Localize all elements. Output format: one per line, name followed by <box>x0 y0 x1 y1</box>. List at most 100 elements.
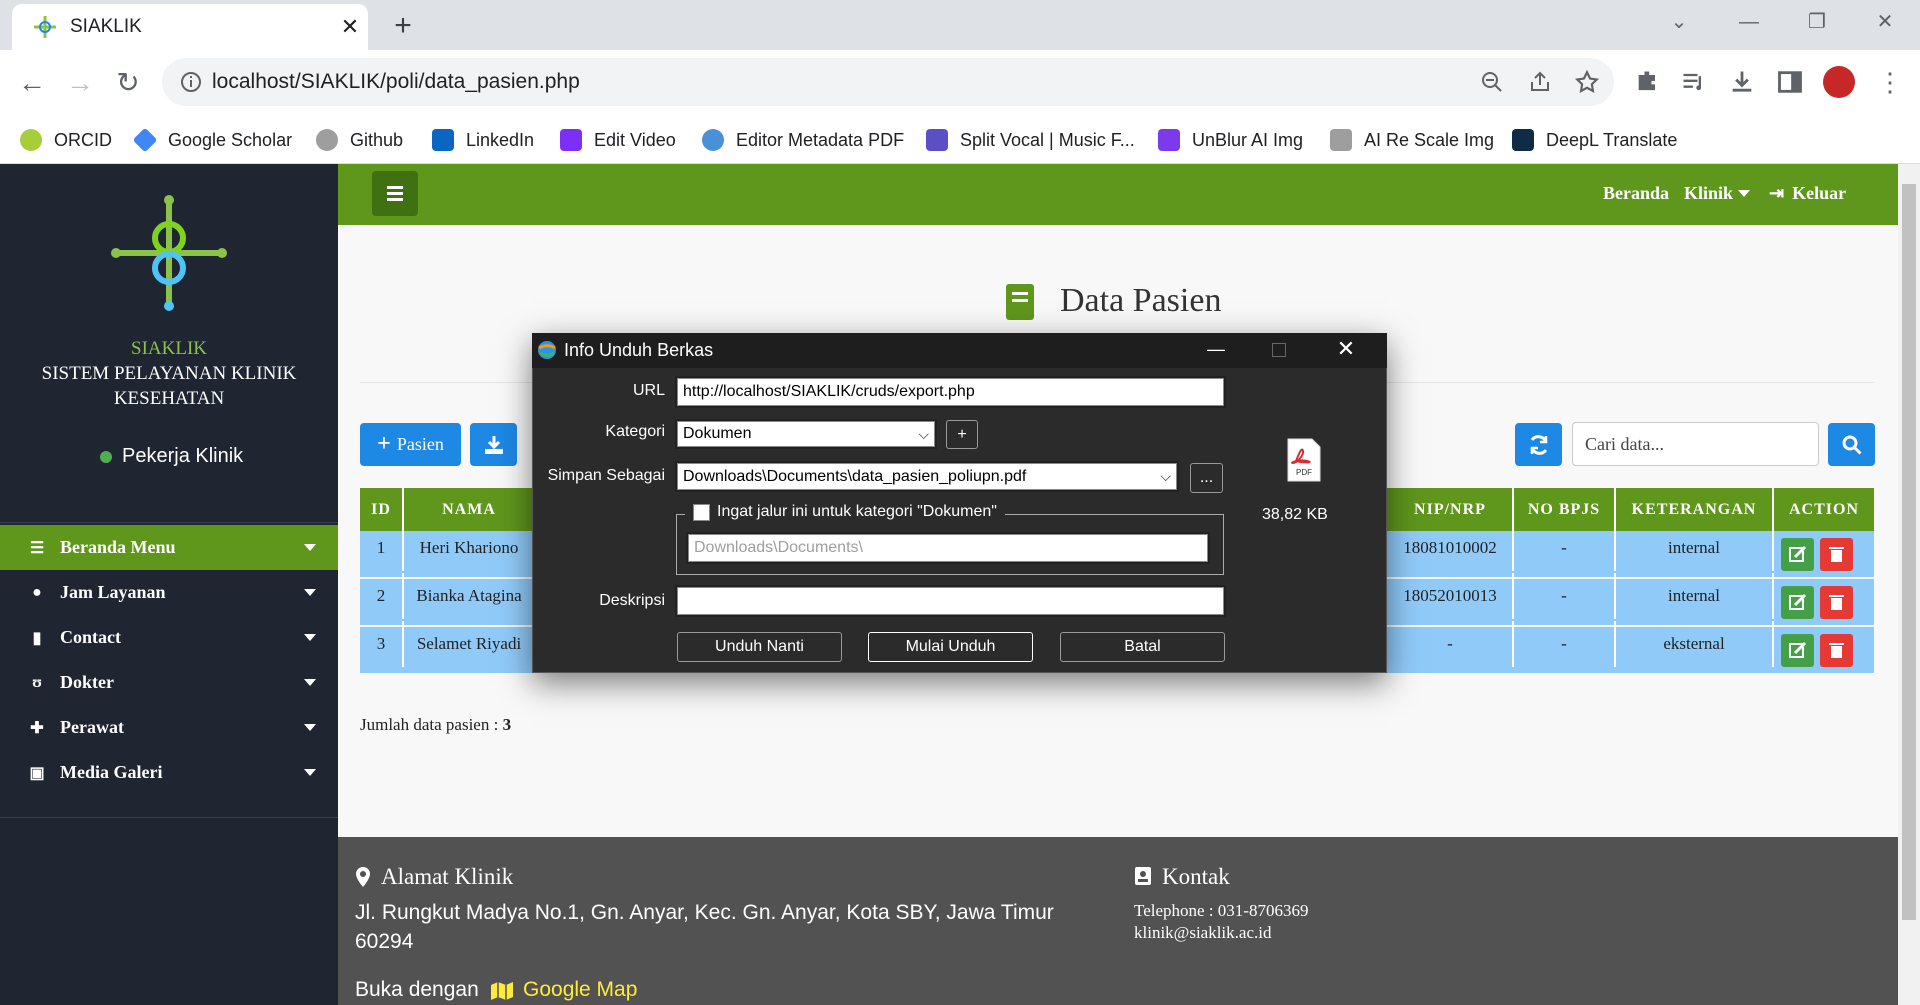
cell-nama: Heri Khariono <box>404 525 536 571</box>
patient-count: Jumlah data pasien : 3 <box>360 715 512 734</box>
cell-id: 2 <box>360 573 404 619</box>
trash-icon <box>1829 547 1844 562</box>
siaklik-favicon-icon <box>32 14 58 40</box>
browser-tab[interactable]: SIAKLIK ✕ <box>12 4 368 50</box>
minimize-icon[interactable]: — <box>1734 10 1764 34</box>
sign-out-icon: ⇥ <box>1769 183 1785 203</box>
chevron-down-icon: ⌵ <box>918 425 929 442</box>
bookmark-split-vocal[interactable]: Split Vocal | Music F... <box>926 124 1135 156</box>
sidebar-item-jam-layanan[interactable]: ● Jam Layanan <box>0 570 338 615</box>
sidebar-item-beranda[interactable]: ☰ Beranda Menu <box>0 525 338 570</box>
extensions-icon[interactable] <box>1634 68 1662 96</box>
app-full-name-line2: KESEHATAN <box>113 388 225 409</box>
profile-avatar[interactable] <box>1823 66 1855 98</box>
share-icon[interactable] <box>1528 70 1552 94</box>
download-button[interactable] <box>470 423 517 466</box>
delete-button[interactable] <box>1820 538 1853 571</box>
reload-icon[interactable]: ↻ <box>110 66 146 102</box>
cell-nama: Bianka Atagina <box>404 573 536 619</box>
add-kategori-button[interactable]: + <box>946 420 978 449</box>
sidebar-item-contact[interactable]: ▮ Contact <box>0 615 338 660</box>
medkit-icon: ✚ <box>30 719 44 737</box>
bookmark-ai-rescale[interactable]: AI Re Scale Img <box>1330 124 1494 156</box>
book-icon <box>1004 282 1036 322</box>
footer-buka-text: Buka dengan <box>355 978 479 1001</box>
cell-nip: 18081010002 <box>1388 525 1514 571</box>
caret-down-icon <box>304 724 316 731</box>
dialog-close-icon[interactable]: ✕ <box>1332 336 1360 364</box>
downloads-icon[interactable] <box>1728 68 1756 96</box>
url-text: localhost/SIAKLIK/poli/data_pasien.php <box>212 70 580 93</box>
bookmark-deepl[interactable]: DeepL Translate <box>1512 124 1677 156</box>
new-tab-button[interactable]: + <box>384 8 422 46</box>
address-bar[interactable]: localhost/SIAKLIK/poli/data_pasien.php <box>162 58 1614 106</box>
cell-keterangan: eksternal <box>1616 621 1774 667</box>
footer-alamat-title: Alamat Klinik <box>381 864 514 889</box>
url-field[interactable]: http://localhost/SIAKLIK/cruds/export.ph… <box>675 376 1226 408</box>
sidebar-item-media-galeri[interactable]: ▣ Media Galeri <box>0 750 338 795</box>
restore-icon[interactable]: ❐ <box>1802 10 1832 34</box>
nav-klinik-dropdown[interactable]: Klinik <box>1684 183 1751 204</box>
bookmark-github[interactable]: Github <box>316 124 403 156</box>
cell-id: 3 <box>360 621 404 667</box>
menu-kebab-icon[interactable]: ⋮ <box>1876 68 1904 96</box>
browse-button[interactable]: ... <box>1190 463 1223 493</box>
search-input[interactable]: Cari data... <box>1572 422 1819 466</box>
save-path-field[interactable]: Downloads\Documents\data_pasien_poliupn.… <box>675 461 1179 492</box>
bookmark-linkedin[interactable]: LinkedIn <box>432 124 534 156</box>
vocal-icon <box>926 129 948 151</box>
dialog-minimize-icon[interactable]: — <box>1204 339 1228 363</box>
url-label: URL <box>632 382 665 399</box>
refresh-button[interactable] <box>1515 423 1562 466</box>
bookmark-edit-video[interactable]: Edit Video <box>560 124 676 156</box>
delete-button[interactable] <box>1820 634 1853 667</box>
kategori-select[interactable]: Dokumen ⌵ <box>675 419 937 449</box>
edit-button[interactable] <box>1781 538 1814 571</box>
ingat-checkbox[interactable] <box>693 503 710 521</box>
video-icon <box>560 129 582 151</box>
bookmark-editor-metadata[interactable]: Editor Metadata PDF <box>702 124 904 156</box>
tab-close-icon[interactable]: ✕ <box>338 15 362 39</box>
mulai-unduh-button[interactable]: Mulai Unduh <box>868 632 1033 662</box>
ingat-checkbox-row[interactable]: Ingat jalur ini untuk kategori "Dokumen" <box>685 500 1005 524</box>
refresh-icon <box>1530 434 1547 455</box>
unduh-nanti-button[interactable]: Unduh Nanti <box>677 632 842 662</box>
trash-icon <box>1829 643 1844 658</box>
idm-globe-icon <box>536 339 558 361</box>
page-title: Data Pasien <box>1060 282 1222 319</box>
edit-button[interactable] <box>1781 634 1814 667</box>
search-button[interactable] <box>1828 423 1875 466</box>
side-panel-icon[interactable] <box>1776 68 1804 96</box>
back-icon[interactable]: ← <box>14 66 50 102</box>
cell-bpjs: - <box>1514 525 1616 571</box>
site-info-icon[interactable] <box>180 71 202 93</box>
user-status: Pekerja Klinik <box>100 445 243 468</box>
add-pasien-button[interactable]: + Pasien <box>360 423 461 466</box>
forward-icon[interactable]: → <box>62 66 98 102</box>
sidebar-item-perawat[interactable]: ✚ Perawat <box>0 705 338 750</box>
bookmark-orcid[interactable]: ORCID <box>20 124 112 156</box>
dialog-maximize-icon[interactable] <box>1272 343 1286 357</box>
zoom-icon[interactable] <box>1480 70 1504 94</box>
col-action: ACTION <box>1788 500 1859 518</box>
bookmark-star-icon[interactable] <box>1574 69 1600 95</box>
plus-icon: + <box>377 431 391 457</box>
sidebar-item-dokter[interactable]: ʊ Dokter <box>0 660 338 705</box>
nav-beranda[interactable]: Beranda <box>1603 183 1669 204</box>
cell-keterangan: internal <box>1616 525 1774 571</box>
batal-button[interactable]: Batal <box>1060 632 1225 662</box>
media-control-icon[interactable] <box>1680 68 1708 96</box>
deskripsi-field[interactable] <box>675 585 1226 617</box>
google-map-link[interactable]: Google Map <box>523 978 637 1002</box>
nav-keluar[interactable]: ⇥ Keluar <box>1769 183 1846 204</box>
sidebar-toggle-button[interactable] <box>372 171 418 216</box>
edit-button[interactable] <box>1781 586 1814 619</box>
dialog-titlebar[interactable]: Info Unduh Berkas — ✕ <box>532 333 1387 368</box>
scrollbar-thumb[interactable] <box>1902 184 1916 920</box>
bookmark-google-scholar[interactable]: Google Scholar <box>132 124 292 156</box>
delete-button[interactable] <box>1820 586 1853 619</box>
footer-email[interactable]: klinik@siaklik.ac.id <box>1134 923 1271 943</box>
tab-search-icon[interactable]: ⌄ <box>1664 10 1694 34</box>
bookmark-unblur[interactable]: UnBlur AI Img <box>1158 124 1303 156</box>
window-close-icon[interactable]: ✕ <box>1870 10 1900 34</box>
